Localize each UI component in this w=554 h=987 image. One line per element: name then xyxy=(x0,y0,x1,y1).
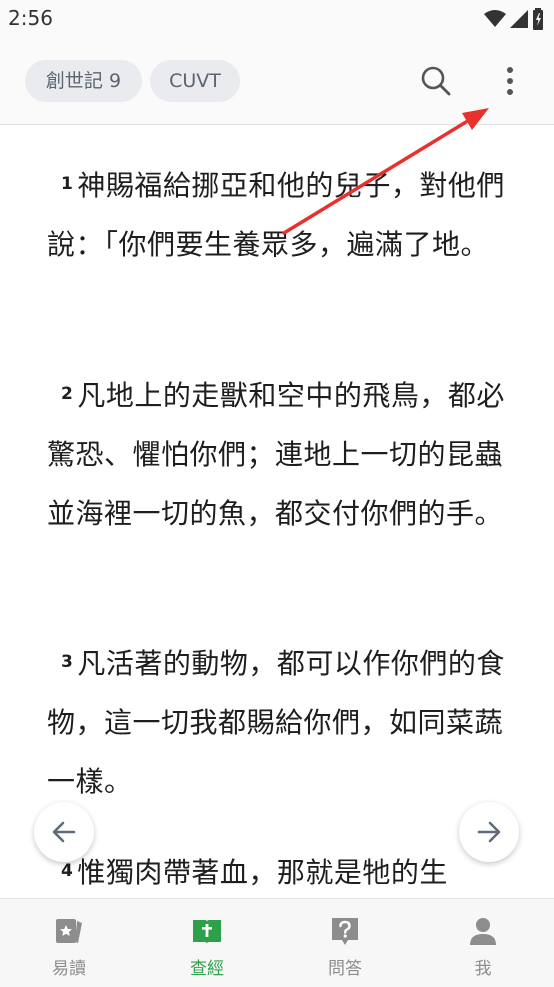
nav-label: 我 xyxy=(474,959,492,979)
signal-icon xyxy=(510,10,528,28)
verse: 4 惟獨肉帶著血，那就是牠的生 xyxy=(47,842,517,898)
verse-number: 4 xyxy=(61,861,74,881)
question-icon xyxy=(332,918,358,945)
app-header: 創世記 9 CUVT xyxy=(0,38,554,125)
person-icon xyxy=(470,918,496,945)
nav-label: 問答 xyxy=(328,959,362,979)
wifi-icon xyxy=(484,10,506,27)
book-chapter-selector[interactable]: 創世記 9 xyxy=(25,60,142,102)
bible-icon xyxy=(193,920,221,944)
more-options-button[interactable] xyxy=(494,63,526,99)
more-vert-icon xyxy=(507,67,513,95)
search-button[interactable] xyxy=(418,63,454,99)
verse-number: 1 xyxy=(61,174,74,194)
nav-label: 查經 xyxy=(190,959,224,979)
status-time: 2:56 xyxy=(8,6,53,30)
star-card-icon xyxy=(56,919,82,943)
bottom-navigation: 易讀 查經 問答 我 xyxy=(0,898,554,987)
nav-item-easy-read[interactable]: 易讀 xyxy=(0,899,138,987)
verse: 2 凡地上的走獸和空中的飛鳥，都必驚恐、懼怕你們；連地上一切的昆蟲並海裡一切的魚，… xyxy=(47,365,517,543)
previous-chapter-button[interactable] xyxy=(34,802,94,862)
verse-number: 2 xyxy=(61,384,74,404)
verse-text: 凡活著的動物，都可以作你們的食物，這一切我都賜給你們，如同菜蔬一樣。 xyxy=(47,647,505,798)
verse: 3 凡活著的動物，都可以作你們的食物，這一切我都賜給你們，如同菜蔬一樣。 xyxy=(47,633,517,811)
arrow-right-icon xyxy=(477,821,501,843)
next-chapter-button[interactable] xyxy=(459,802,519,862)
scripture-content[interactable]: 1 神賜福給挪亞和他的兒子，對他們說：「你們要生養眾多，遍滿了地。 2 凡地上的走獸… xyxy=(0,125,554,898)
search-icon xyxy=(421,66,451,96)
verse-text: 神賜福給挪亞和他的兒子，對他們說：「你們要生養眾多，遍滿了地。 xyxy=(47,169,505,261)
nav-item-qa[interactable]: 問答 xyxy=(276,899,414,987)
nav-item-me[interactable]: 我 xyxy=(414,899,552,987)
battery-icon xyxy=(533,8,543,30)
verse-number: 3 xyxy=(61,652,74,672)
version-selector[interactable]: CUVT xyxy=(150,60,240,102)
nav-label: 易讀 xyxy=(52,959,86,979)
status-bar: 2:56 xyxy=(0,0,554,38)
nav-item-study[interactable]: 查經 xyxy=(138,899,276,987)
arrow-left-icon xyxy=(52,821,76,843)
status-icons xyxy=(484,8,544,30)
verse: 1 神賜福給挪亞和他的兒子，對他們說：「你們要生養眾多，遍滿了地。 xyxy=(47,155,517,274)
verse-text: 凡地上的走獸和空中的飛鳥，都必驚恐、懼怕你們；連地上一切的昆蟲並海裡一切的魚，都… xyxy=(47,379,505,530)
verse-text: 惟獨肉帶著血，那就是牠的生 xyxy=(77,856,448,889)
